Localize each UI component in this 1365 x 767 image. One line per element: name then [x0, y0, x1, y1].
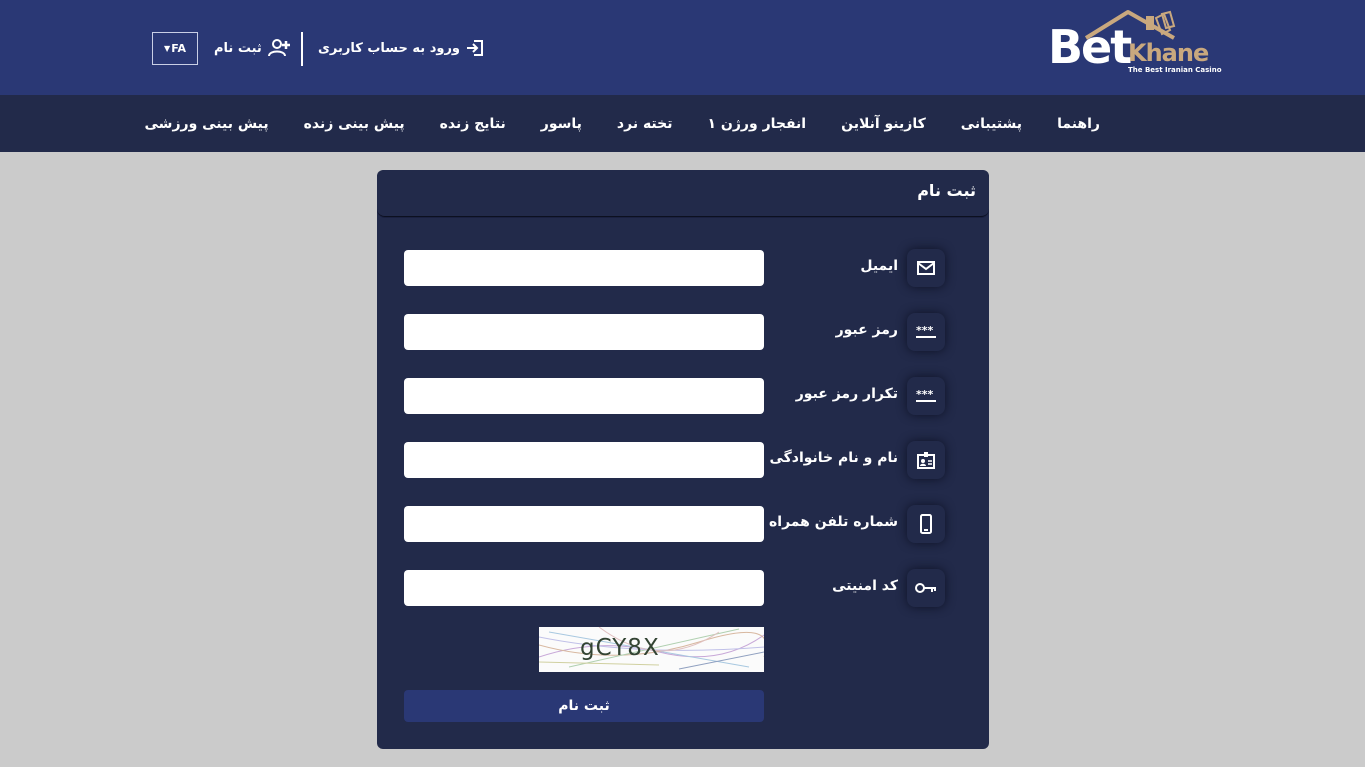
- page-title: ثبت نام: [917, 181, 976, 200]
- header-divider: [301, 32, 303, 66]
- brand-name-primary: Bet: [1048, 20, 1132, 74]
- email-label: ایمیل: [860, 258, 898, 274]
- password-icon: ***: [907, 313, 945, 351]
- full-name-field[interactable]: [404, 442, 764, 478]
- captcha-image[interactable]: gCY8X: [539, 627, 764, 672]
- envelope-icon: [907, 249, 945, 287]
- password-row: *** رمز عبور: [377, 312, 989, 352]
- login-link[interactable]: ورود به حساب کاربری: [318, 36, 484, 60]
- nav-item[interactable]: پشتیبانی: [961, 116, 1022, 132]
- full-name-row: نام و نام خانوادگی: [377, 440, 989, 480]
- password-field[interactable]: [404, 314, 764, 350]
- full-name-label: نام و نام خانوادگی: [769, 450, 898, 466]
- login-icon: [467, 40, 484, 56]
- header: Bet Khane The Best Iranian Casino ورود ب…: [0, 0, 1365, 95]
- key-icon: [907, 569, 945, 607]
- register-link[interactable]: ثبت نام: [214, 36, 290, 60]
- nav-item[interactable]: پیش بینی ورزشی: [145, 116, 269, 132]
- register-card: ثبت نام ایمیل *** رمز عبور *** تکرار رمز…: [377, 170, 989, 749]
- chevron-down-icon: ▼: [164, 44, 171, 53]
- password-label: رمز عبور: [835, 322, 898, 338]
- login-label: ورود به حساب کاربری: [318, 40, 461, 56]
- mobile-row: شماره تلفن همراه: [377, 504, 989, 544]
- nav-item[interactable]: انفجار ورژن ۱: [708, 116, 807, 132]
- nav-item[interactable]: کازینو آنلاین: [841, 116, 926, 132]
- svg-text:***: ***: [916, 389, 934, 401]
- nav-list: پیش بینی ورزشی پیش بینی زنده نتایج زنده پاس…: [145, 95, 1100, 152]
- nav-item[interactable]: راهنما: [1057, 116, 1100, 132]
- register-label: ثبت نام: [214, 40, 262, 56]
- svg-text:***: ***: [916, 325, 934, 337]
- language-label: FA: [171, 42, 186, 55]
- language-selector[interactable]: ▼ FA: [152, 32, 198, 65]
- confirm-password-row: *** تکرار رمز عبور: [377, 376, 989, 416]
- security-code-row: کد امنیتی: [377, 568, 989, 608]
- nav-item[interactable]: نتایج زنده: [440, 116, 506, 132]
- captcha-text: gCY8X: [580, 635, 660, 661]
- main-nav: پیش بینی ورزشی پیش بینی زنده نتایج زنده پاس…: [0, 95, 1365, 152]
- nav-item[interactable]: تخته نرد: [617, 116, 673, 132]
- password-icon: ***: [907, 377, 945, 415]
- nav-item[interactable]: پاسور: [541, 116, 582, 132]
- user-plus-icon: [267, 39, 290, 57]
- register-button[interactable]: ثبت نام: [404, 690, 764, 722]
- confirm-password-label: تکرار رمز عبور: [795, 386, 898, 402]
- brand-tagline: The Best Iranian Casino: [1128, 66, 1222, 74]
- security-code-field[interactable]: [404, 570, 764, 606]
- brand-logo[interactable]: Bet Khane The Best Iranian Casino: [1044, 8, 1222, 84]
- brand-name-secondary: Khane: [1128, 39, 1209, 67]
- security-code-label: کد امنیتی: [832, 578, 898, 594]
- mobile-field[interactable]: [404, 506, 764, 542]
- confirm-password-field[interactable]: [404, 378, 764, 414]
- nav-item[interactable]: پیش بینی زنده: [304, 116, 405, 132]
- card-header: ثبت نام: [377, 170, 989, 217]
- mobile-icon: [907, 505, 945, 543]
- id-card-icon: [907, 441, 945, 479]
- email-field[interactable]: [404, 250, 764, 286]
- mobile-label: شماره تلفن همراه: [769, 514, 898, 530]
- email-row: ایمیل: [377, 248, 989, 288]
